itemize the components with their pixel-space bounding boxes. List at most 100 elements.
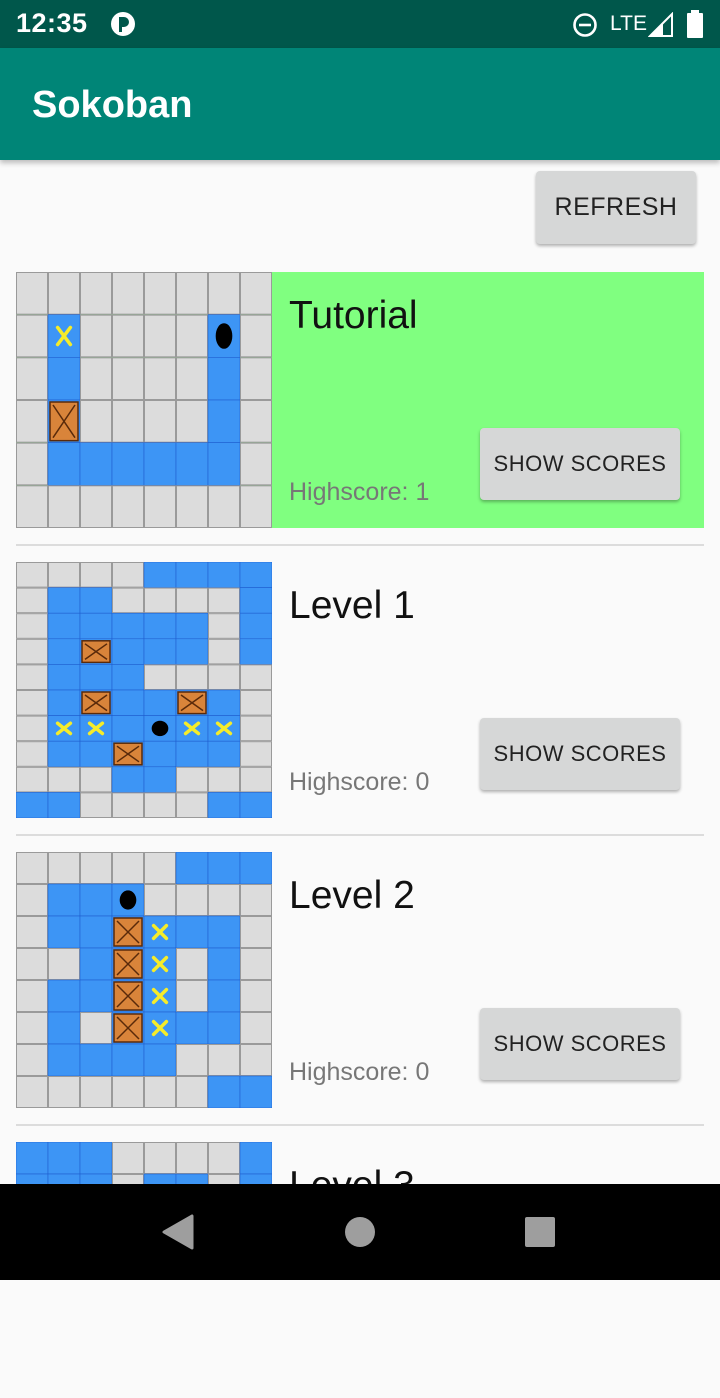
- wall-tile: [112, 272, 144, 315]
- floor-tile: [175, 1011, 209, 1045]
- wall-tile: [112, 852, 144, 884]
- player-marker: [151, 720, 169, 737]
- floor-tile: [175, 562, 209, 588]
- wall-tile: [16, 741, 48, 767]
- wall-tile: [176, 587, 208, 614]
- wall-tile: [240, 314, 272, 358]
- floor-tile: [79, 947, 113, 981]
- wall-tile: [208, 766, 240, 793]
- floor-tile: [143, 766, 177, 793]
- floor-tile: [239, 1075, 272, 1108]
- floor-tile: [47, 442, 81, 486]
- wall-tile: [176, 884, 208, 916]
- floor-tile: [175, 852, 209, 885]
- wall-tile: [16, 690, 48, 716]
- wall-tile: [48, 272, 80, 315]
- show-scores-button[interactable]: SHOW SCORES: [480, 1008, 680, 1080]
- floor-tile: [207, 915, 241, 949]
- floor-tile: [111, 612, 145, 640]
- wall-tile: [16, 664, 48, 691]
- wall-tile: [112, 792, 144, 818]
- wall-tile: [176, 314, 208, 358]
- wall-tile: [240, 400, 272, 443]
- show-scores-button[interactable]: SHOW SCORES: [480, 428, 680, 500]
- navigation-bar: [0, 1184, 720, 1280]
- home-icon[interactable]: [330, 1202, 390, 1262]
- wall-tile: [176, 272, 208, 315]
- wall-tile: [208, 638, 240, 665]
- wall-tile: [80, 766, 112, 793]
- app-title: Sokoban: [32, 84, 193, 126]
- status-time: 12:35: [16, 8, 88, 38]
- wall-tile: [80, 1012, 112, 1044]
- floor-tile: [79, 612, 113, 640]
- level-row-tutorial[interactable]: Tutorial Highscore: 1 SHOW SCORES: [16, 272, 704, 528]
- wall-tile: [208, 884, 240, 916]
- wall-tile: [16, 916, 48, 948]
- wall-tile: [112, 314, 144, 358]
- divider: [16, 834, 704, 836]
- wall-tile: [144, 587, 176, 614]
- wall-tile: [240, 272, 272, 315]
- divider: [16, 544, 704, 546]
- wall-tile: [176, 485, 208, 528]
- floor-tile: [207, 399, 241, 443]
- floor-tile: [175, 612, 209, 640]
- floor-tile: [111, 689, 145, 716]
- app-bar: Sokoban: [0, 48, 720, 160]
- wall-tile: [80, 562, 112, 588]
- wall-tile: [240, 948, 272, 980]
- show-scores-button[interactable]: SHOW SCORES: [480, 718, 680, 790]
- wall-tile: [16, 485, 48, 528]
- wall-tile: [144, 272, 176, 315]
- floor-tile: [79, 587, 113, 614]
- floor-tile: [239, 638, 272, 665]
- wall-tile: [16, 980, 48, 1012]
- wall-tile: [16, 1076, 48, 1108]
- recents-icon[interactable]: [510, 1202, 570, 1262]
- wall-tile: [240, 1012, 272, 1044]
- floor-tile: [47, 1043, 81, 1077]
- back-icon[interactable]: [148, 1202, 208, 1262]
- wall-tile: [176, 664, 208, 691]
- wall-tile: [240, 664, 272, 691]
- wall-tile: [16, 314, 48, 358]
- floor-tile: [207, 852, 241, 885]
- level-highscore: Highscore: 0: [289, 1058, 430, 1086]
- floor-tile: [16, 1142, 49, 1175]
- wall-tile: [144, 314, 176, 358]
- level-row-1[interactable]: Level 1 Highscore: 0 SHOW SCORES: [16, 562, 704, 818]
- floor-tile: [79, 979, 113, 1013]
- wall-tile: [240, 715, 272, 742]
- wall-tile: [16, 357, 48, 401]
- wall-tile: [80, 485, 112, 528]
- floor-tile: [79, 740, 113, 768]
- floor-tile: [111, 715, 145, 742]
- wall-tile: [16, 715, 48, 742]
- status-bar: 12:35 LTE: [0, 0, 720, 48]
- floor-tile: [207, 792, 241, 818]
- wall-tile: [16, 272, 48, 315]
- floor-tile: [79, 442, 113, 486]
- wall-tile: [16, 1044, 48, 1076]
- wall-tile: [112, 357, 144, 401]
- floor-tile: [207, 357, 241, 401]
- wall-tile: [16, 562, 48, 588]
- wall-tile: [112, 1142, 144, 1174]
- floor-tile: [47, 740, 81, 768]
- floor-tile: [47, 689, 81, 716]
- wall-tile: [16, 852, 48, 884]
- wall-tile: [16, 766, 48, 793]
- floor-tile: [79, 1142, 113, 1175]
- wall-tile: [16, 442, 48, 486]
- wall-tile: [48, 485, 80, 528]
- wall-tile: [16, 400, 48, 443]
- wall-tile: [176, 766, 208, 793]
- wall-tile: [48, 1076, 80, 1108]
- floor-tile: [79, 915, 113, 949]
- app-status-icon: [111, 12, 135, 36]
- refresh-button[interactable]: REFRESH: [536, 171, 696, 244]
- level-row-2[interactable]: Level 2 Highscore: 0 SHOW SCORES: [16, 852, 704, 1108]
- wall-tile: [176, 980, 208, 1012]
- floor-tile: [207, 979, 241, 1013]
